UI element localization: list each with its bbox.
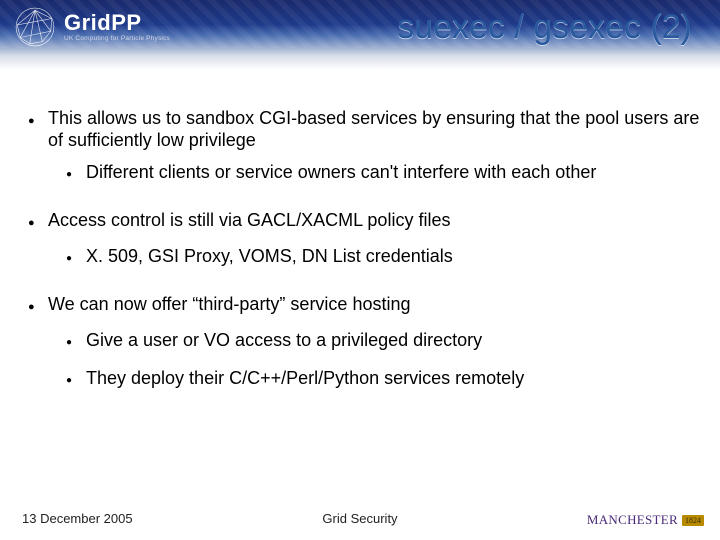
bullet-3: ● We can now offer “third-party” service… bbox=[28, 294, 704, 320]
bullet-dot-icon: ● bbox=[28, 210, 38, 236]
bullet-dot-icon: ● bbox=[28, 108, 38, 152]
university-name: MANCHESTER bbox=[587, 512, 678, 528]
bullet-dot-icon: ● bbox=[66, 330, 76, 356]
bullet-dot-icon: ● bbox=[66, 368, 76, 394]
slide-title: suexec / gsexec (2) bbox=[397, 8, 692, 47]
brand-logo: GridPP UK Computing for Particle Physics bbox=[14, 6, 170, 48]
bullet-1a: ● Different clients or service owners ca… bbox=[66, 162, 704, 188]
bullet-2-text: Access control is still via GACL/XACML p… bbox=[48, 210, 704, 236]
footer-university: MANCHESTER 1824 bbox=[587, 512, 704, 528]
bullet-1a-text: Different clients or service owners can'… bbox=[86, 162, 704, 188]
brand-tagline: UK Computing for Particle Physics bbox=[64, 36, 170, 43]
bullet-dot-icon: ● bbox=[66, 162, 76, 188]
brand-name: GridPP bbox=[64, 12, 170, 34]
bullet-dot-icon: ● bbox=[66, 246, 76, 272]
gridpp-logo-icon bbox=[14, 6, 56, 48]
bullet-dot-icon: ● bbox=[28, 294, 38, 320]
bullet-2a-text: X. 509, GSI Proxy, VOMS, DN List credent… bbox=[86, 246, 704, 272]
bullet-3b-text: They deploy their C/C++/Perl/Python serv… bbox=[86, 368, 704, 394]
bullet-1-text: This allows us to sandbox CGI-based serv… bbox=[48, 108, 704, 152]
bullet-3-text: We can now offer “third-party” service h… bbox=[48, 294, 704, 320]
bullet-2: ● Access control is still via GACL/XACML… bbox=[28, 210, 704, 236]
bullet-3b: ● They deploy their C/C++/Perl/Python se… bbox=[66, 368, 704, 394]
bullet-2a: ● X. 509, GSI Proxy, VOMS, DN List crede… bbox=[66, 246, 704, 272]
bullet-3a: ● Give a user or VO access to a privileg… bbox=[66, 330, 704, 356]
slide-content: ● This allows us to sandbox CGI-based se… bbox=[28, 108, 704, 406]
footer-date: 13 December 2005 bbox=[22, 511, 133, 526]
slide: GridPP UK Computing for Particle Physics… bbox=[0, 0, 720, 540]
bullet-1: ● This allows us to sandbox CGI-based se… bbox=[28, 108, 704, 152]
footer: 13 December 2005 Grid Security MANCHESTE… bbox=[0, 511, 720, 526]
bullet-3a-text: Give a user or VO access to a privileged… bbox=[86, 330, 704, 356]
university-year: 1824 bbox=[682, 515, 704, 526]
